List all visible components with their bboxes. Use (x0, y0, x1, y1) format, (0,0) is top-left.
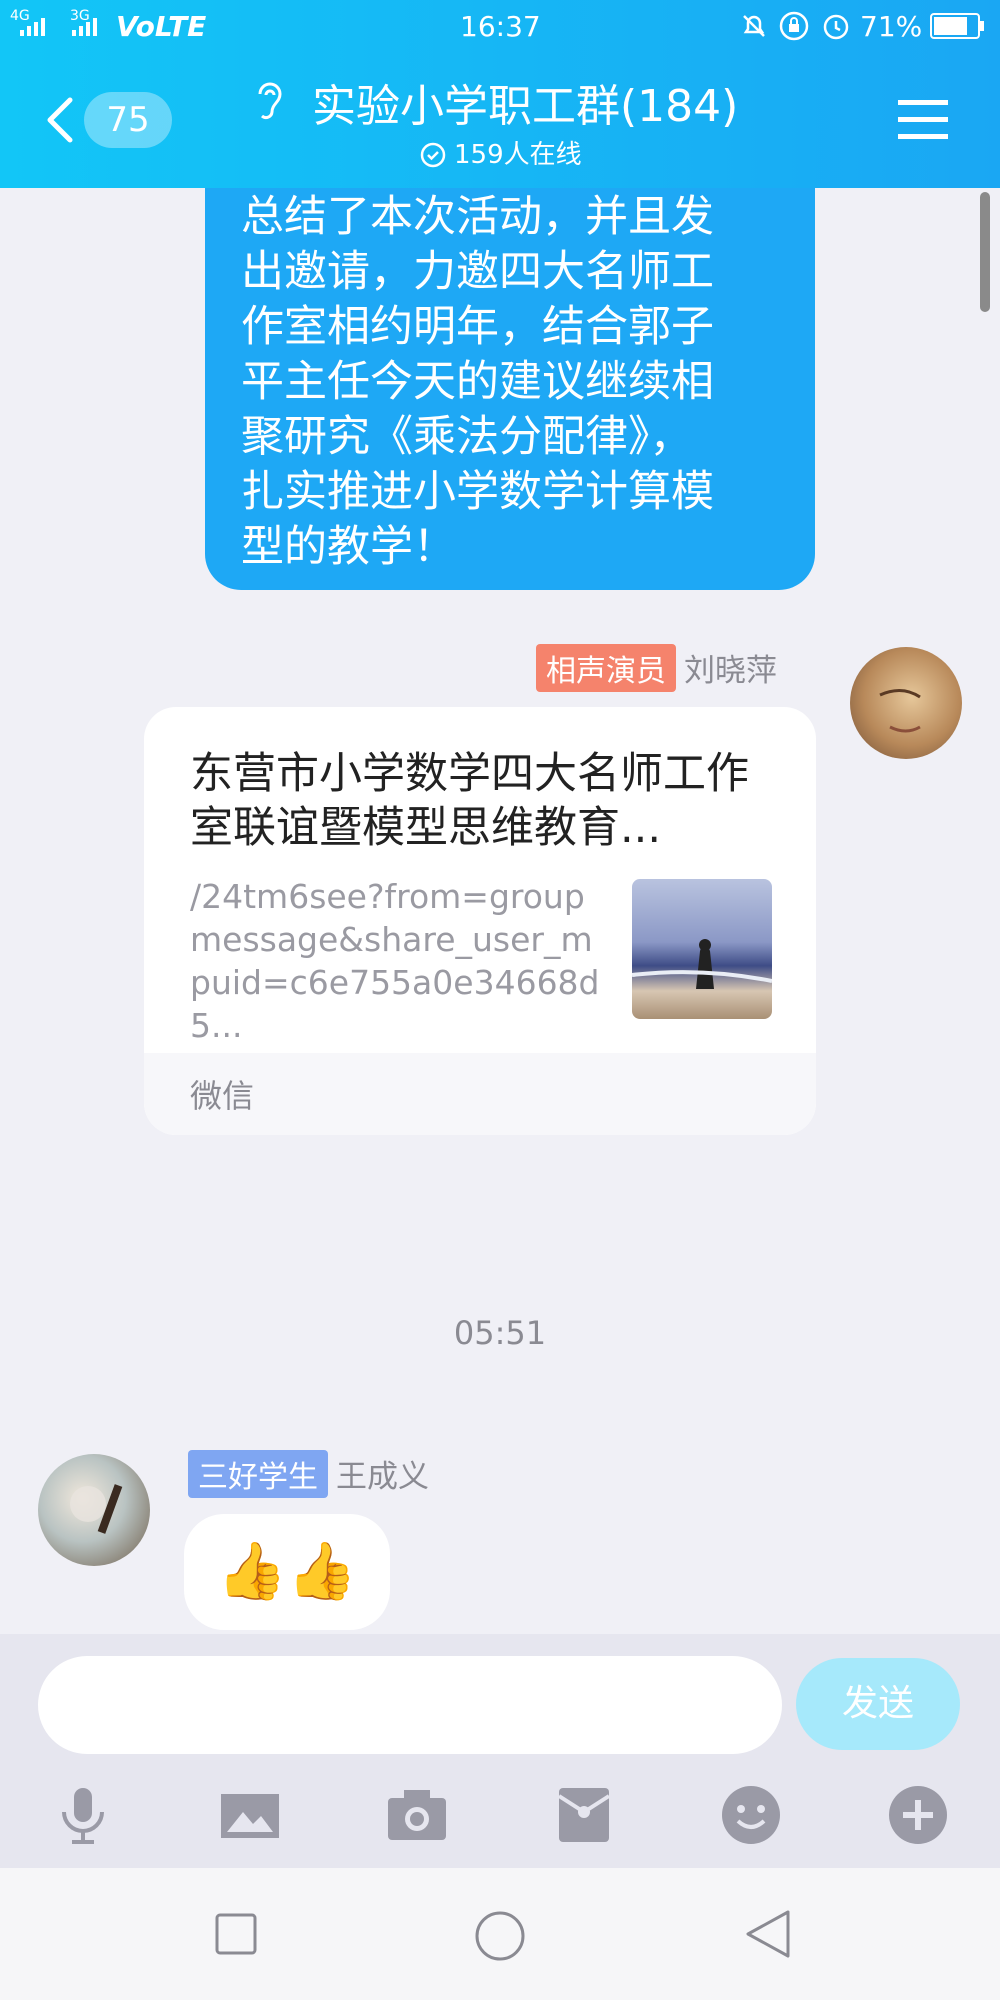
ear-icon[interactable] (252, 78, 288, 122)
battery-percent: 71% (860, 10, 923, 43)
volte-label: VoLTE (116, 10, 207, 43)
lock-rotation-icon (778, 10, 810, 49)
link-source-label: 微信 (190, 1077, 255, 1115)
chat-messages[interactable]: 总结了本次活动，并且发 出邀请，力邀四大名师工 作室相约明年，结合郭子 平主任今… (0, 188, 1000, 1634)
alarm-icon (820, 10, 852, 49)
outgoing-message-bubble[interactable]: 总结了本次活动，并且发 出邀请，力邀四大名师工 作室相约明年，结合郭子 平主任今… (205, 188, 815, 590)
member-title-badge: 三好学生 (188, 1450, 328, 1498)
online-check-icon (420, 142, 446, 168)
link-thumbnail (632, 879, 772, 1019)
status-bar: 4G 3G VoLTE 16:37 71% (0, 0, 1000, 52)
unread-count-badge[interactable]: 75 (84, 92, 172, 148)
incoming-message-bubble[interactable]: 👍👍 (184, 1514, 390, 1630)
system-nav-bar (0, 1868, 1000, 2000)
online-status: 159人在线 (420, 134, 582, 171)
sender-name[interactable]: 刘晓萍 (684, 653, 777, 689)
back-arrow-icon[interactable] (40, 90, 80, 150)
sender-line: 相声演员 刘晓萍 (536, 644, 777, 692)
red-packet-icon[interactable] (551, 1782, 617, 1848)
message-text: 总结了本次活动，并且发 出邀请，力邀四大名师工 作室相约明年，结合郭子 平主任今… (241, 192, 714, 572)
shared-link-card[interactable]: 东营市小学数学四大名师工作室联谊暨模型思维教育... /24tm6see?fro… (144, 707, 816, 1135)
menu-icon[interactable] (898, 98, 948, 142)
recent-apps-icon[interactable] (214, 1912, 258, 1960)
avatar[interactable] (38, 1454, 150, 1566)
battery-icon (930, 13, 986, 46)
message-input[interactable] (38, 1656, 782, 1754)
home-icon[interactable] (474, 1910, 526, 1966)
camera-icon[interactable] (384, 1782, 450, 1848)
chat-header: 4G 3G VoLTE 16:37 71% 75 实验小学职工群(184) 15… (0, 0, 1000, 188)
member-title-badge: 相声演员 (536, 644, 676, 692)
link-card-description: /24tm6see?from=groupmessage&share_user_m… (190, 877, 600, 1045)
back-nav-icon[interactable] (744, 1908, 792, 1964)
status-time: 16:37 (460, 10, 541, 43)
send-button[interactable]: 发送 (796, 1658, 960, 1750)
chat-timestamp: 05:51 (453, 1314, 547, 1352)
online-count-label: 159人在线 (454, 140, 582, 170)
signal-icon (18, 12, 58, 45)
link-card-footer: 微信 (144, 1053, 816, 1135)
sender-line: 三好学生 王成义 (188, 1450, 429, 1498)
chat-scrollbar[interactable] (980, 192, 990, 312)
mute-bell-icon (740, 12, 768, 47)
image-icon[interactable] (217, 1782, 283, 1848)
sender-name[interactable]: 王成义 (336, 1459, 429, 1495)
microphone-icon[interactable] (50, 1782, 116, 1848)
emoji-icon[interactable] (718, 1782, 784, 1848)
plus-icon[interactable] (885, 1782, 951, 1848)
signal-icon-2 (70, 12, 110, 45)
group-title[interactable]: 实验小学职工群(184) (312, 70, 738, 134)
input-bar: 发送 (0, 1634, 1000, 1868)
link-card-title: 东营市小学数学四大名师工作室联谊暨模型思维教育... (190, 749, 749, 853)
avatar[interactable] (850, 647, 962, 759)
